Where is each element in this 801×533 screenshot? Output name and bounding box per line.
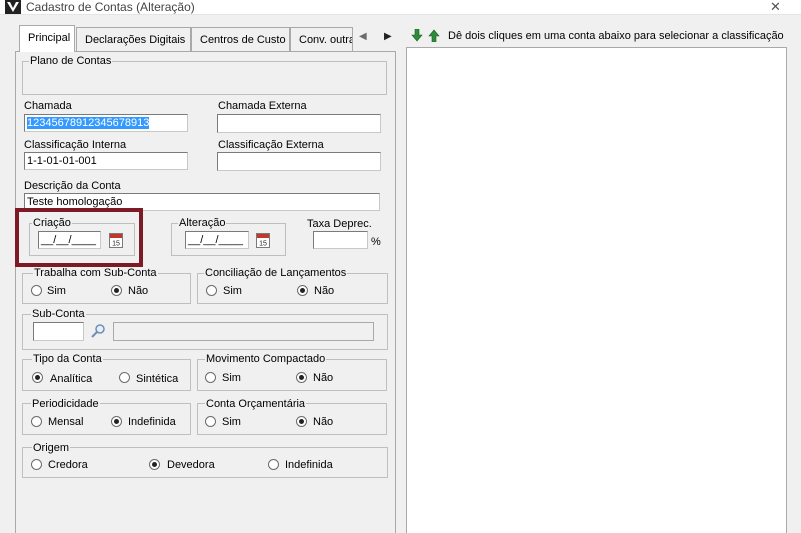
chamada-externa-input[interactable] bbox=[217, 114, 381, 133]
classificacao-interna-label: Classificação Interna bbox=[24, 139, 127, 151]
chamada-externa-label: Chamada Externa bbox=[218, 100, 307, 112]
origem-devedora-label: Devedora bbox=[167, 459, 215, 471]
orcamentaria-sim-radio[interactable] bbox=[205, 416, 216, 427]
origem-credora-label: Credora bbox=[48, 459, 88, 471]
orcamentaria-nao-label: Não bbox=[313, 416, 334, 428]
tab-scroll-left-icon[interactable]: ◀ bbox=[359, 31, 367, 42]
alteracao-legend: Alteração bbox=[178, 217, 227, 229]
trabalha-subconta-sim-label: Sim bbox=[47, 285, 66, 297]
classificacao-externa-label: Classificação Externa bbox=[218, 139, 324, 151]
periodicidade-indefinida-radio[interactable] bbox=[111, 416, 122, 427]
origem-legend: Origem bbox=[32, 442, 71, 454]
taxa-deprec-input[interactable] bbox=[313, 231, 368, 249]
periodicidade-indefinida-label: Indefinida bbox=[128, 416, 176, 428]
classificacao-interna-input[interactable]: 1-1-01-01-001 bbox=[24, 152, 188, 170]
alteracao-calendar-day: 15 bbox=[259, 241, 267, 248]
trabalha-subconta-nao-radio[interactable] bbox=[111, 285, 122, 296]
close-icon[interactable]: ✕ bbox=[770, 0, 781, 15]
periodicidade-mensal-label: Mensal bbox=[48, 416, 84, 428]
movimento-compactado-legend: Movimento Compactado bbox=[205, 353, 327, 365]
conciliacao-sim-radio[interactable] bbox=[206, 285, 217, 296]
conciliacao-nao-radio[interactable] bbox=[297, 285, 308, 296]
conciliacao-sim-label: Sim bbox=[223, 285, 242, 297]
classification-hint: Dê dois cliques em uma conta abaixo para… bbox=[448, 30, 784, 42]
chamada-label: Chamada bbox=[24, 100, 72, 112]
tipo-analitica-label: Analítica bbox=[50, 373, 93, 385]
trabalha-subconta-sim-radio[interactable] bbox=[31, 285, 42, 296]
tab-conv-outra[interactable]: Conv. outra bbox=[290, 27, 353, 52]
conciliacao-legend: Conciliação de Lançamentos bbox=[204, 267, 348, 279]
tab-centros-de-custo[interactable]: Centros de Custo bbox=[191, 27, 290, 52]
movimento-sim-radio[interactable] bbox=[205, 372, 216, 383]
tipo-analitica-radio[interactable] bbox=[32, 372, 43, 383]
trabalha-subconta-legend: Trabalha com Sub-Conta bbox=[33, 267, 158, 279]
movimento-sim-label: Sim bbox=[222, 372, 241, 384]
highlight-box bbox=[15, 208, 143, 267]
app-logo-icon bbox=[5, 0, 21, 14]
tab-scroll-right-icon[interactable]: ▶ bbox=[384, 31, 392, 42]
origem-credora-radio[interactable] bbox=[31, 459, 42, 470]
tab-declaracoes-digitais[interactable]: Declarações Digitais bbox=[76, 27, 191, 52]
tipo-sintetica-label: Sintética bbox=[136, 373, 179, 385]
taxa-percent-unit: % bbox=[371, 236, 381, 248]
classification-tree[interactable] bbox=[406, 47, 787, 533]
conta-orcamentaria-legend: Conta Orçamentária bbox=[205, 398, 307, 410]
movimento-nao-label: Não bbox=[313, 372, 334, 384]
arrow-up-icon[interactable] bbox=[428, 29, 440, 42]
classificacao-externa-input[interactable] bbox=[217, 152, 381, 171]
plano-de-contas-legend: Plano de Contas bbox=[29, 55, 113, 67]
subconta-legend: Sub-Conta bbox=[31, 308, 86, 320]
chamada-input[interactable]: 12345678912345678913 bbox=[24, 114, 188, 132]
window-title: Cadastro de Contas (Alteração) bbox=[26, 0, 195, 14]
chamada-value: 12345678912345678913 bbox=[27, 117, 150, 129]
tab-principal[interactable]: Principal bbox=[19, 25, 75, 52]
conciliacao-nao-label: Não bbox=[314, 285, 335, 297]
alteracao-calendar-icon[interactable]: 15 bbox=[256, 233, 270, 248]
origem-indefinida-label: Indefinida bbox=[285, 459, 333, 471]
origem-indefinida-radio[interactable] bbox=[268, 459, 279, 470]
search-icon[interactable] bbox=[90, 323, 106, 339]
periodicidade-mensal-radio[interactable] bbox=[31, 416, 42, 427]
orcamentaria-nao-radio[interactable] bbox=[296, 416, 307, 427]
movimento-nao-radio[interactable] bbox=[296, 372, 307, 383]
orcamentaria-sim-label: Sim bbox=[222, 416, 241, 428]
descricao-label: Descrição da Conta bbox=[24, 180, 121, 192]
origem-devedora-radio[interactable] bbox=[149, 459, 160, 470]
subconta-description-input bbox=[113, 322, 374, 341]
taxa-deprec-label: Taxa Deprec. bbox=[307, 218, 372, 230]
tipo-conta-legend: Tipo da Conta bbox=[32, 353, 103, 365]
periodicidade-legend: Periodicidade bbox=[31, 398, 100, 410]
trabalha-subconta-nao-label: Não bbox=[128, 285, 149, 297]
arrow-down-icon[interactable] bbox=[411, 29, 423, 42]
tipo-sintetica-radio[interactable] bbox=[119, 372, 130, 383]
subconta-code-input[interactable] bbox=[33, 322, 84, 341]
alteracao-date-input[interactable]: __/__/____ bbox=[185, 231, 249, 249]
